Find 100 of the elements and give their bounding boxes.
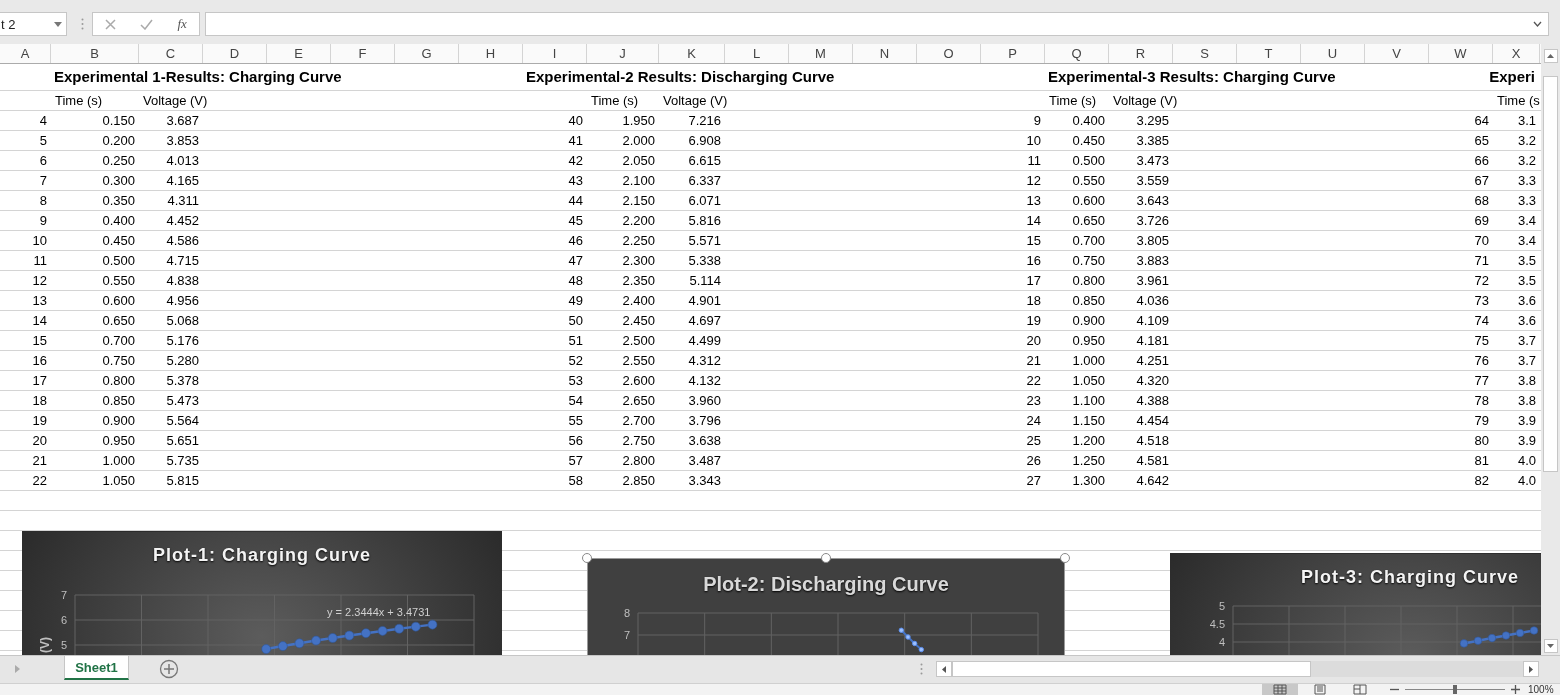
- axis-tick-label: 5: [60, 639, 67, 651]
- row-index-cell-text: 14: [1025, 212, 1042, 230]
- table-cell-text: 4.697: [687, 312, 722, 330]
- table-cell-text: 0.650: [101, 312, 136, 330]
- table-cell-text: 0.900: [1071, 312, 1106, 330]
- table-cell-text: 2.150: [621, 192, 656, 210]
- chart-title: Plot-1: Charging Curve: [153, 545, 371, 565]
- table-cell-text: 2.750: [621, 432, 656, 450]
- row-index-cell-text: 7: [38, 172, 48, 190]
- row-index-cell-text: 71: [1473, 252, 1490, 270]
- row-index-cell-text: 79: [1473, 412, 1490, 430]
- table-cell-text: 3.6: [1516, 312, 1537, 330]
- table-cell-text: 2.450: [621, 312, 656, 330]
- table-cell-text: 3.473: [1135, 152, 1170, 170]
- table-cell-text: 1.250: [1071, 452, 1106, 470]
- table-cell-text: 3.2: [1516, 132, 1537, 150]
- table-cell-text: 4.642: [1135, 472, 1170, 490]
- row-index-cell-text: 49: [567, 292, 584, 310]
- table-cell-text: 3.1: [1516, 112, 1537, 130]
- table-cell-text: 2.400: [621, 292, 656, 310]
- table-cell-text: 0.950: [1071, 332, 1106, 350]
- row-index-cell-text: 27: [1025, 472, 1042, 490]
- row-index-cell-text: 8: [38, 192, 48, 210]
- table-cell-text: 3.3: [1516, 172, 1537, 190]
- row-index-cell-text: 15: [31, 332, 48, 350]
- table-cell-text: 0.800: [101, 372, 136, 390]
- column-label: Time (s): [54, 92, 104, 110]
- row-index-cell-text: 81: [1473, 452, 1490, 470]
- table-cell-text: 4.0: [1516, 452, 1537, 470]
- table-cell-text: 0.900: [101, 412, 136, 430]
- row-index-cell-text: 57: [567, 452, 584, 470]
- table-cell-text: 4.452: [165, 212, 200, 230]
- table-cell-text: 5.815: [165, 472, 200, 490]
- table-cell-text: 3.3: [1516, 192, 1537, 210]
- table-cell-text: 5.473: [165, 392, 200, 410]
- table-cell-text: 0.800: [1071, 272, 1106, 290]
- table-cell-text: 6.071: [687, 192, 722, 210]
- row-index-cell-text: 58: [567, 472, 584, 490]
- table-cell-text: 6.337: [687, 172, 722, 190]
- table-cell-text: 0.500: [101, 252, 136, 270]
- row-index-cell-text: 67: [1473, 172, 1490, 190]
- table-cell-text: 4.109: [1135, 312, 1170, 330]
- table-cell-text: 4.586: [165, 232, 200, 250]
- table-cell-text: 4.388: [1135, 392, 1170, 410]
- table-cell-text: 4.181: [1135, 332, 1170, 350]
- axis-tick-label: 7: [623, 629, 630, 641]
- table-cell-text: 4.165: [165, 172, 200, 190]
- row-index-cell-text: 42: [567, 152, 584, 170]
- table-cell-text: 6.615: [687, 152, 722, 170]
- table-cell-text: 0.350: [101, 192, 136, 210]
- table-cell-text: 3.8: [1516, 372, 1537, 390]
- row-index-cell-text: 16: [31, 352, 48, 370]
- table-cell-text: 0.400: [101, 212, 136, 230]
- table-cell-text: 4.036: [1135, 292, 1170, 310]
- table-cell-text: 0.300: [101, 172, 136, 190]
- table-cell-text: 0.550: [1071, 172, 1106, 190]
- chart-title: Plot-2: Discharging Curve: [703, 573, 949, 595]
- row-index-cell-text: 18: [31, 392, 48, 410]
- table-cell-text: 0.450: [101, 232, 136, 250]
- table-cell-text: 7.216: [687, 112, 722, 130]
- row-index-cell-text: 5: [38, 132, 48, 150]
- table-cell-text: 2.050: [621, 152, 656, 170]
- row-index-cell-text: 43: [567, 172, 584, 190]
- row-index-cell-text: 52: [567, 352, 584, 370]
- table-cell-text: 1.950: [621, 112, 656, 130]
- table-cell-text: 4.454: [1135, 412, 1170, 430]
- row-index-cell-text: 51: [567, 332, 584, 350]
- row-index-cell-text: 41: [567, 132, 584, 150]
- table-cell-text: 1.000: [1071, 352, 1106, 370]
- table-cell-text: 3.9: [1516, 412, 1537, 430]
- axis-tick-label: 7: [60, 589, 67, 601]
- table-cell-text: 2.100: [621, 172, 656, 190]
- row-index-cell-text: 77: [1473, 372, 1490, 390]
- table-cell-text: 2.000: [621, 132, 656, 150]
- row-index-cell-text: 72: [1473, 272, 1490, 290]
- table-cell-text: 2.700: [621, 412, 656, 430]
- table-cell-text: 0.500: [1071, 152, 1106, 170]
- table-cell-text: 2.500: [621, 332, 656, 350]
- row-index-cell-text: 48: [567, 272, 584, 290]
- row-index-cell-text: 22: [31, 472, 48, 490]
- table-cell-text: 0.600: [101, 292, 136, 310]
- row-index-cell-text: 20: [31, 432, 48, 450]
- table-cell-text: 4.518: [1135, 432, 1170, 450]
- row-index-cell-text: 22: [1025, 372, 1042, 390]
- row-index-cell-text: 50: [567, 312, 584, 330]
- table-cell-text: 0.600: [1071, 192, 1106, 210]
- table-cell-text: 3.5: [1516, 252, 1537, 270]
- column-label: Time (s): [1048, 92, 1098, 110]
- table-cell-text: 3.726: [1135, 212, 1170, 230]
- table-cell-text: 0.450: [1071, 132, 1106, 150]
- row-index-cell-text: 75: [1473, 332, 1490, 350]
- table-cell-text: 2.250: [621, 232, 656, 250]
- row-index-cell-text: 13: [1025, 192, 1042, 210]
- row-index-cell-text: 12: [31, 272, 48, 290]
- table-cell-text: 5.816: [687, 212, 722, 230]
- table-cell-text: 4.901: [687, 292, 722, 310]
- row-index-cell-text: 25: [1025, 432, 1042, 450]
- table-cell-text: 5.338: [687, 252, 722, 270]
- row-index-cell-text: 73: [1473, 292, 1490, 310]
- axis-tick-label: 4.5: [1209, 618, 1225, 630]
